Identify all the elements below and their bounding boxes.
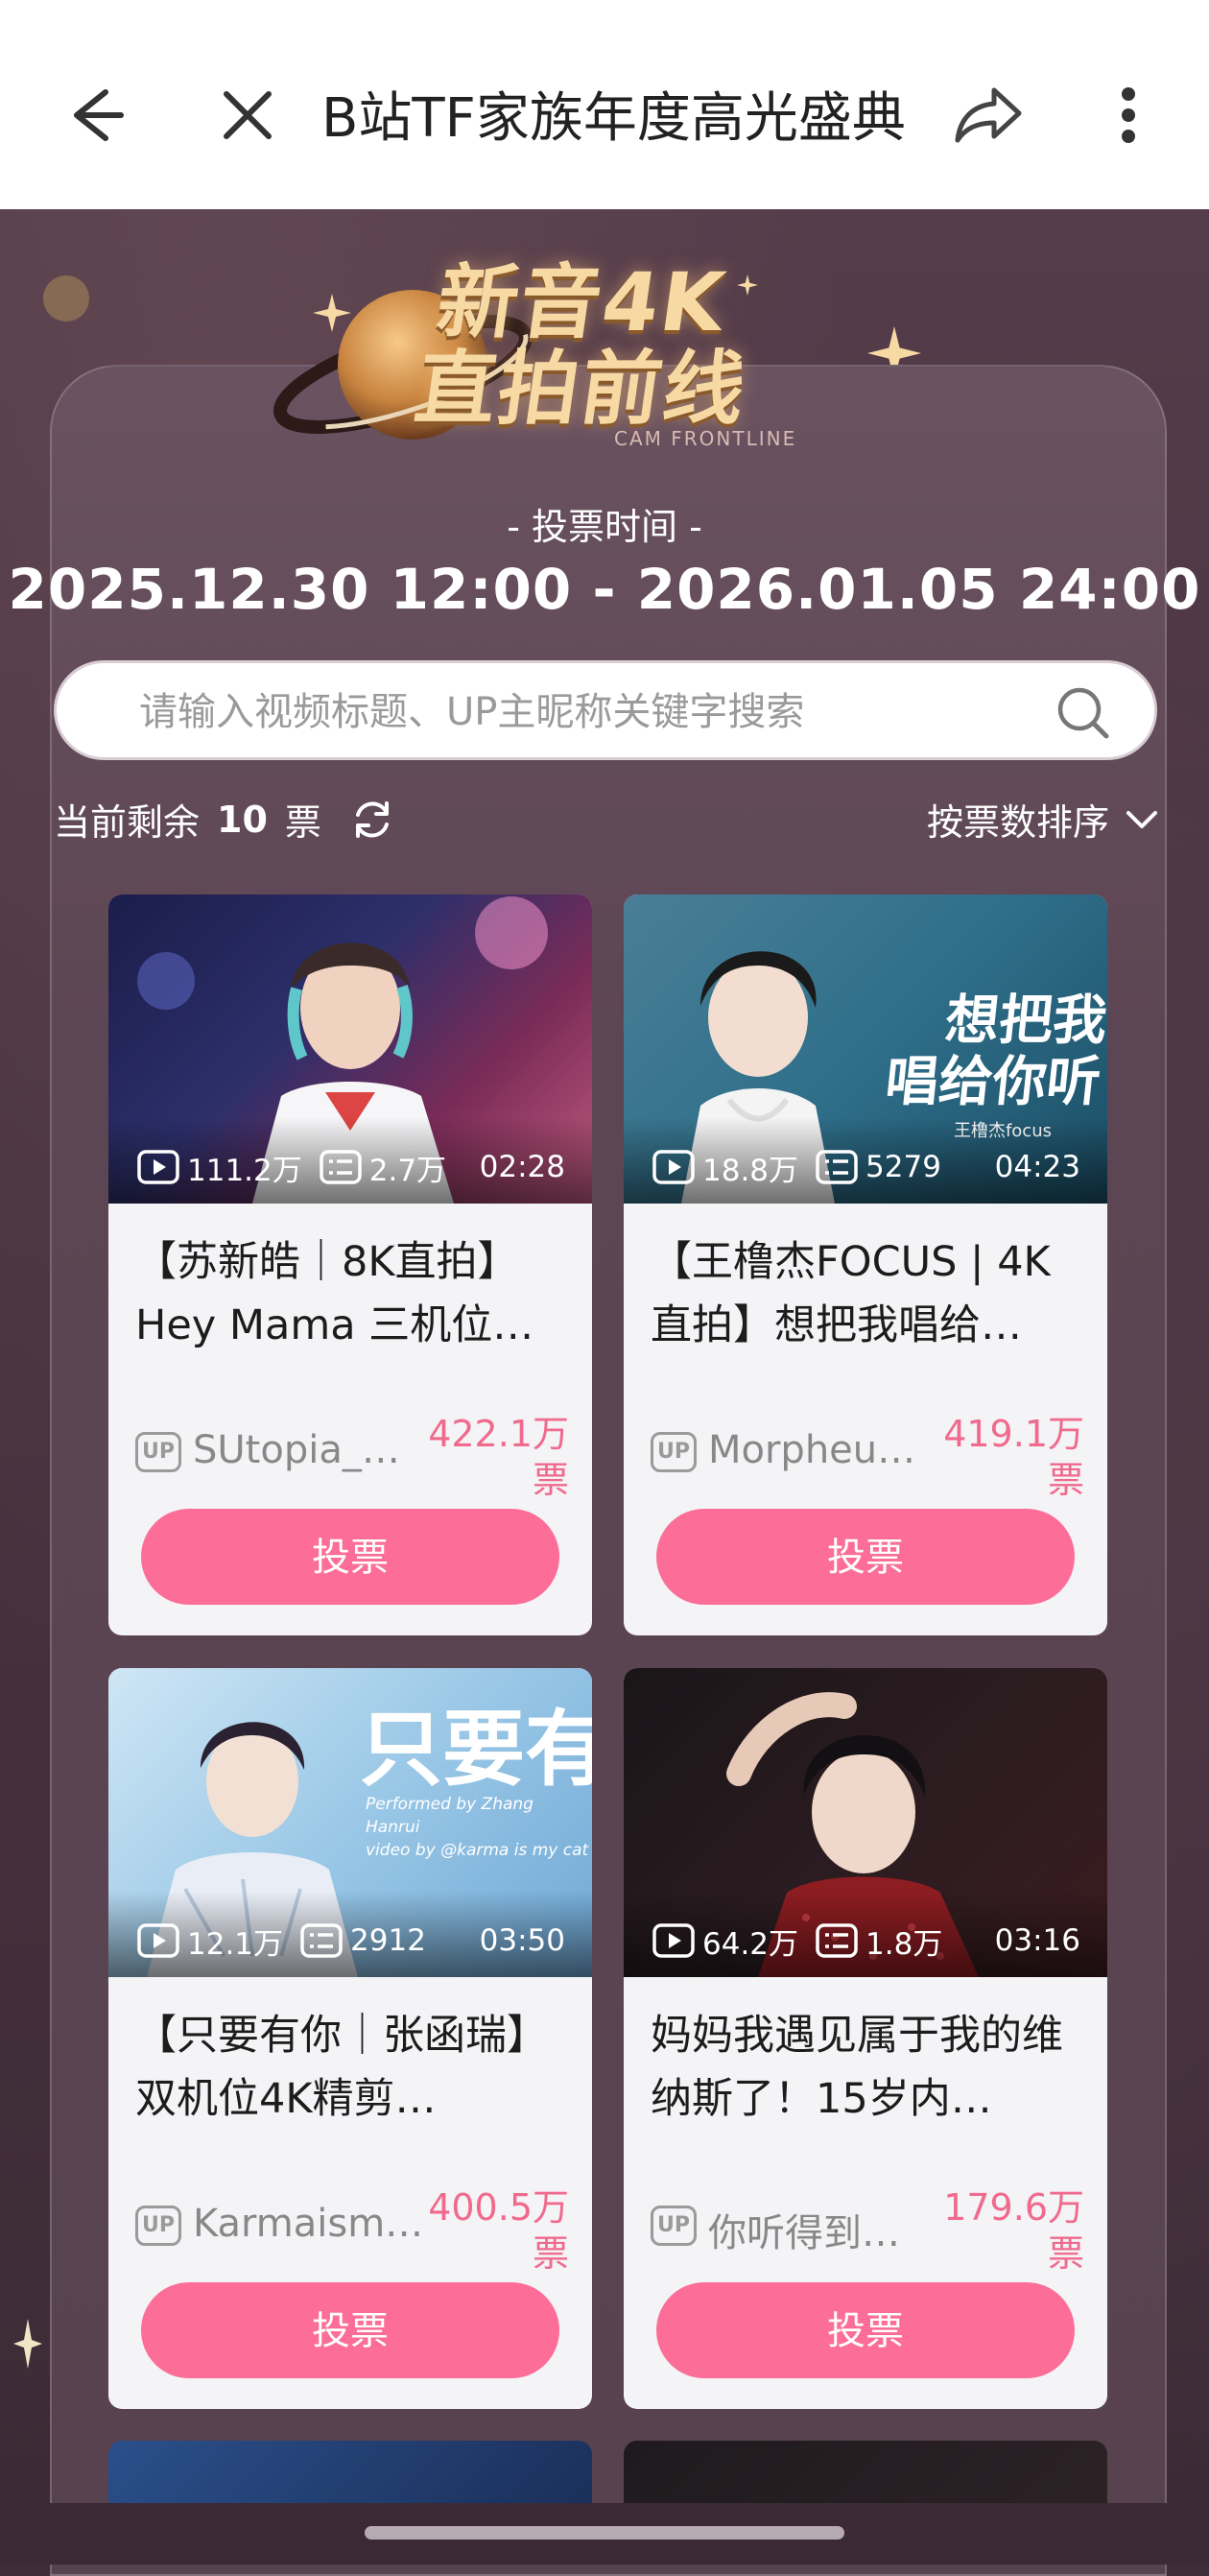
video-title[interactable]: 【苏新皓｜8K直拍】Hey Mama 三机位…: [135, 1230, 569, 1357]
search-input[interactable]: [137, 684, 1024, 740]
vote-count: 400.5万 票: [428, 2186, 569, 2275]
sort-label: 按票数排序: [926, 801, 1109, 844]
video-stats: 111.2万 2.7万 02:28: [137, 1146, 565, 1188]
vote-count: 179.6万 票: [943, 2186, 1084, 2275]
danmaku-icon: [320, 1150, 362, 1184]
remaining-prefix: 当前剩余: [54, 801, 201, 844]
play-count: 64.2万: [702, 1926, 799, 1962]
vote-button[interactable]: 投票: [141, 1509, 559, 1605]
author-name[interactable]: Morpheu…: [708, 1428, 938, 1472]
more-icon[interactable]: [1080, 67, 1176, 163]
video-thumbnail[interactable]: 想把我 唱给你听 王橹杰focus 18.8万 5279 04:23: [624, 894, 1107, 1204]
up-badge-icon: UP: [651, 2206, 697, 2246]
video-card[interactable]: 想把我 唱给你听 王橹杰focus 18.8万 5279 04:23 【王橹杰F…: [624, 894, 1107, 1635]
thumbnail-overlay-text: 只要有你: [360, 1702, 592, 1798]
danmaku-count: 2912: [350, 1923, 426, 1958]
video-stats: 12.1万 2912 03:50: [137, 1920, 565, 1962]
play-count: 18.8万: [702, 1153, 799, 1188]
author-row: UP Morpheu… 419.1万 票: [651, 1413, 1084, 1509]
author-row: UP Karmaism… 400.5万 票: [135, 2186, 569, 2282]
thumbnail-overlay-text: 想把我 唱给你听: [882, 990, 1107, 1113]
vote-time-range: 2025.12.30 12:00 - 2026.01.05 24:00: [8, 557, 1201, 622]
play-count-icon: [652, 1923, 695, 1958]
video-duration: 03:50: [479, 1923, 565, 1958]
sort-dropdown[interactable]: 按票数排序: [927, 793, 1159, 846]
video-card-partial[interactable]: [624, 2441, 1107, 2503]
play-count: 111.2万: [187, 1153, 302, 1188]
play-count-icon: [652, 1150, 695, 1184]
thumbnail-caption: Performed by Zhang Hanrui video by @karm…: [366, 1795, 589, 1860]
play-count-icon: [137, 1923, 179, 1958]
banner-subtitle: CAM FRONTLINE: [614, 427, 797, 450]
author-name[interactable]: SUtopia_…: [193, 1428, 423, 1472]
video-card[interactable]: 111.2万 2.7万 02:28 【苏新皓｜8K直拍】Hey Mama 三机位…: [108, 894, 592, 1635]
play-count-icon: [137, 1150, 179, 1184]
sparkle-icon: [13, 2319, 42, 2373]
video-duration: 02:28: [479, 1150, 565, 1184]
video-title[interactable]: 【只要有你｜张函瑞】双机位4K精剪…: [135, 2004, 569, 2131]
video-duration: 04:23: [994, 1150, 1080, 1184]
sparkle-icon: [40, 273, 92, 328]
video-title[interactable]: 妈妈我遇见属于我的维纳斯了！15岁内…: [651, 2004, 1084, 2131]
vote-count: 422.1万 票: [428, 1413, 569, 1501]
event-banner: 新音4K 直拍前线 CAM FRONTLINE: [269, 230, 960, 451]
author-row: UP 你听得到… 179.6万 票: [651, 2186, 1084, 2282]
play-count: 12.1万: [187, 1926, 284, 1962]
danmaku-icon: [816, 1150, 858, 1184]
video-stats: 18.8万 5279 04:23: [652, 1146, 1080, 1188]
vote-button[interactable]: 投票: [656, 1509, 1075, 1605]
video-thumbnail[interactable]: 111.2万 2.7万 02:28: [108, 894, 592, 1204]
video-thumbnail[interactable]: 64.2万 1.8万 03:16: [624, 1668, 1107, 1977]
search-bar[interactable]: [54, 660, 1157, 760]
top-bar: B站TF家族年度高光盛典: [0, 0, 1209, 209]
vote-time-label: - 投票时间 -: [507, 506, 702, 548]
vote-button[interactable]: 投票: [656, 2282, 1075, 2378]
video-thumbnail[interactable]: 只要有你 Performed by Zhang Hanrui video by …: [108, 1668, 592, 1977]
up-badge-icon: UP: [135, 2206, 181, 2246]
up-badge-icon: UP: [651, 1432, 697, 1472]
video-title[interactable]: 【王橹杰FOCUS | 4K直拍】想把我唱给…: [651, 1230, 1084, 1357]
remaining-count: 10: [217, 798, 268, 841]
vote-button[interactable]: 投票: [141, 2282, 559, 2378]
back-arrow-icon[interactable]: [46, 67, 142, 163]
video-stats: 64.2万 1.8万 03:16: [652, 1920, 1080, 1962]
search-icon[interactable]: [1055, 684, 1112, 746]
remaining-votes: 当前剩余 10 票: [54, 793, 394, 846]
author-name[interactable]: 你听得到…: [708, 2202, 938, 2257]
up-badge-icon: UP: [135, 1432, 181, 1472]
danmaku-icon: [816, 1923, 858, 1958]
video-duration: 03:16: [994, 1923, 1080, 1958]
danmaku-icon: [300, 1923, 343, 1958]
author-name[interactable]: Karmaism…: [193, 2202, 423, 2246]
share-icon[interactable]: [940, 67, 1036, 163]
video-card[interactable]: 只要有你 Performed by Zhang Hanrui video by …: [108, 1668, 592, 2409]
danmaku-count: 2.7万: [368, 1153, 447, 1188]
refresh-icon[interactable]: [350, 798, 394, 842]
close-icon[interactable]: [200, 67, 296, 163]
video-card[interactable]: 64.2万 1.8万 03:16 妈妈我遇见属于我的维纳斯了！15岁内… UP …: [624, 1668, 1107, 2409]
remaining-suffix: 票: [284, 801, 321, 844]
video-card-partial[interactable]: [108, 2441, 592, 2503]
author-row: UP SUtopia_… 422.1万 票: [135, 1413, 569, 1509]
vote-count: 419.1万 票: [943, 1413, 1084, 1501]
home-indicator[interactable]: [365, 2526, 844, 2540]
banner-title: 新音4K 直拍前线: [409, 255, 753, 436]
danmaku-count: 5279: [865, 1150, 941, 1184]
page-title: B站TF家族年度高光盛典: [321, 87, 906, 150]
danmaku-count: 1.8万: [865, 1926, 943, 1962]
chevron-down-icon: [1125, 808, 1159, 831]
